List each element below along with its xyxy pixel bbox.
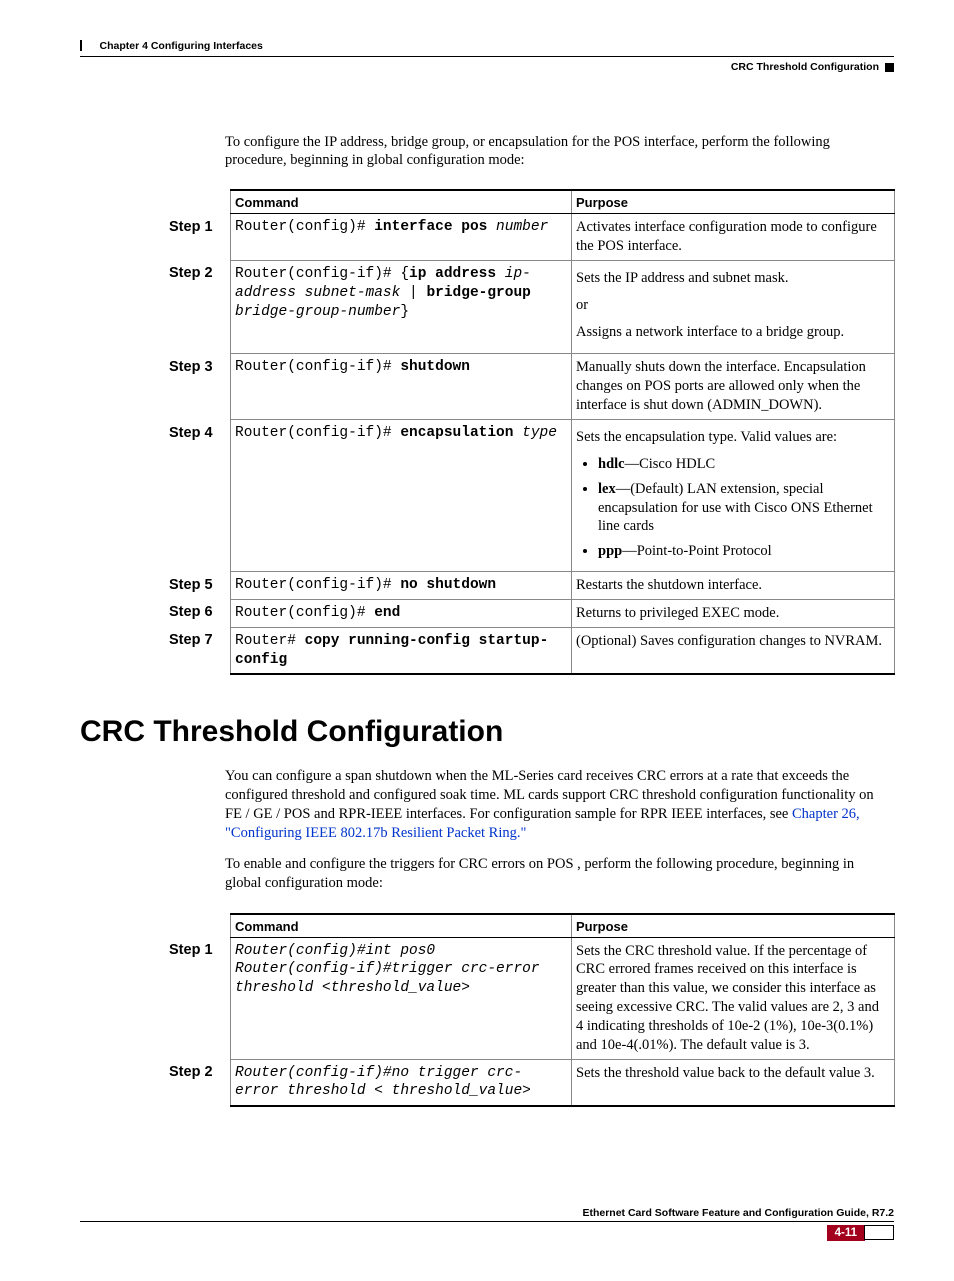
table-row: Step 2 Router(config-if)# {ip address ip…	[165, 260, 895, 354]
crc-threshold-table: Command Purpose Step 1 Router(config)#in…	[165, 913, 895, 1108]
purpose-header: Purpose	[572, 190, 895, 214]
purpose-cell: Sets the threshold value back to the def…	[572, 1059, 895, 1106]
command-cell: Router(config)# end	[231, 599, 572, 627]
body-paragraph: To enable and configure the triggers for…	[225, 855, 894, 893]
purpose-cell: Returns to privileged EXEC mode.	[572, 599, 895, 627]
command-header: Command	[231, 914, 572, 938]
table-row: Step 7 Router# copy running-config start…	[165, 627, 895, 674]
table-row: Step 3 Router(config-if)# shutdown Manua…	[165, 354, 895, 420]
purpose-cell: Activates interface configuration mode t…	[572, 214, 895, 261]
command-cell: Router(config-if)#no trigger crc-error t…	[231, 1059, 572, 1106]
purpose-cell: Sets the IP address and subnet mask. or …	[572, 260, 895, 354]
footer-guide-title: Ethernet Card Software Feature and Confi…	[80, 1207, 894, 1222]
purpose-cell: (Optional) Saves configuration changes t…	[572, 627, 895, 674]
step-label: Step 1	[165, 214, 231, 261]
purpose-header: Purpose	[572, 914, 895, 938]
page-header: Chapter 4 Configuring Interfaces	[80, 38, 894, 57]
section-heading: CRC Threshold Configuration	[80, 715, 894, 749]
purpose-cell: Restarts the shutdown interface.	[572, 572, 895, 600]
table-row: Step 1 Router(config)#int pos0 Router(co…	[165, 937, 895, 1059]
step-label: Step 2	[165, 260, 231, 354]
command-cell: Router(config-if)# no shutdown	[231, 572, 572, 600]
footer-box-icon	[864, 1225, 894, 1240]
section-marker-icon	[885, 63, 894, 72]
header-left-bar	[80, 40, 82, 51]
table-row: Step 5 Router(config-if)# no shutdown Re…	[165, 572, 895, 600]
page-footer: Ethernet Card Software Feature and Confi…	[80, 1207, 894, 1241]
command-cell: Router(config)# interface pos number	[231, 214, 572, 261]
step-header	[165, 914, 231, 938]
step-header	[165, 190, 231, 214]
section-name: CRC Threshold Configuration	[731, 61, 879, 73]
list-item: hdlc—Cisco HDLC	[598, 455, 888, 474]
step-label: Step 2	[165, 1059, 231, 1106]
command-cell: Router(config-if)# encapsulation type	[231, 420, 572, 572]
list-item: lex—(Default) LAN extension, special enc…	[598, 480, 888, 537]
step-label: Step 3	[165, 354, 231, 420]
list-item: ppp—Point-to-Point Protocol	[598, 542, 888, 561]
body-paragraph: You can configure a span shutdown when t…	[225, 767, 894, 842]
step-label: Step 1	[165, 937, 231, 1059]
table-row: Step 4 Router(config-if)# encapsulation …	[165, 420, 895, 572]
purpose-cell: Sets the encapsulation type. Valid value…	[572, 420, 895, 572]
command-cell: Router(config-if)# shutdown	[231, 354, 572, 420]
step-label: Step 5	[165, 572, 231, 600]
table-row: Step 6 Router(config)# end Returns to pr…	[165, 599, 895, 627]
step-label: Step 4	[165, 420, 231, 572]
purpose-cell: Sets the CRC threshold value. If the per…	[572, 937, 895, 1059]
step-label: Step 6	[165, 599, 231, 627]
section-header-right: CRC Threshold Configuration	[80, 61, 894, 73]
pos-configuration-table: Command Purpose Step 1 Router(config)# i…	[165, 189, 895, 675]
command-header: Command	[231, 190, 572, 214]
page-number-badge: 4-11	[827, 1225, 865, 1241]
command-cell: Router# copy running-config startup-conf…	[231, 627, 572, 674]
command-cell: Router(config)#int pos0 Router(config-if…	[231, 937, 572, 1059]
chapter-title: Chapter 4 Configuring Interfaces	[90, 40, 263, 52]
intro-paragraph: To configure the IP address, bridge grou…	[225, 133, 894, 169]
step-label: Step 7	[165, 627, 231, 674]
table-row: Step 1 Router(config)# interface pos num…	[165, 214, 895, 261]
command-cell: Router(config-if)# {ip address ip-addres…	[231, 260, 572, 354]
table-row: Step 2 Router(config-if)#no trigger crc-…	[165, 1059, 895, 1106]
purpose-cell: Manually shuts down the interface. Encap…	[572, 354, 895, 420]
